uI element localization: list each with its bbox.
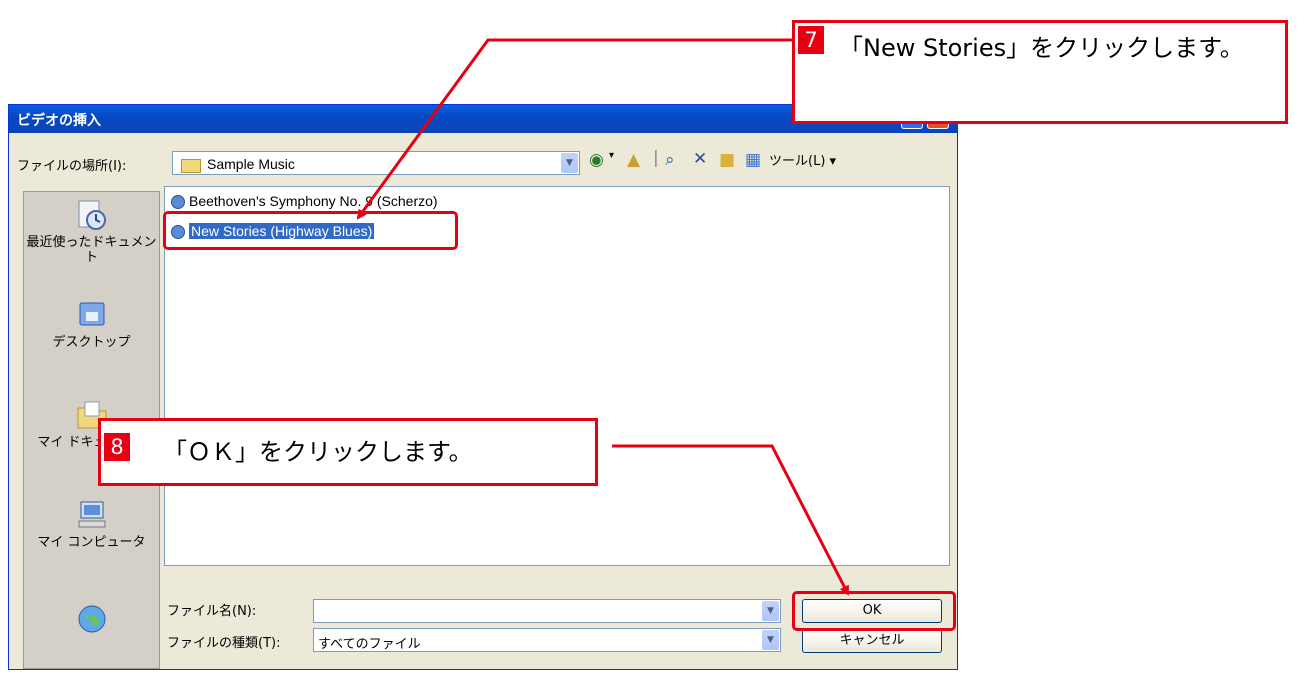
step8-text: 「ＯＫ」をクリックします。 xyxy=(163,438,473,466)
arrow-step8 xyxy=(612,444,850,596)
step8-callout: 8 「ＯＫ」をクリックします。 xyxy=(98,418,598,486)
step7-number: 7 xyxy=(798,26,824,54)
arrow-step7 xyxy=(356,38,793,220)
step7-callout: 7 「New Stories」をクリックします。 xyxy=(792,20,1288,124)
step7-text: 「New Stories」をクリックします。 xyxy=(839,34,1244,62)
step8-number: 8 xyxy=(104,433,130,461)
